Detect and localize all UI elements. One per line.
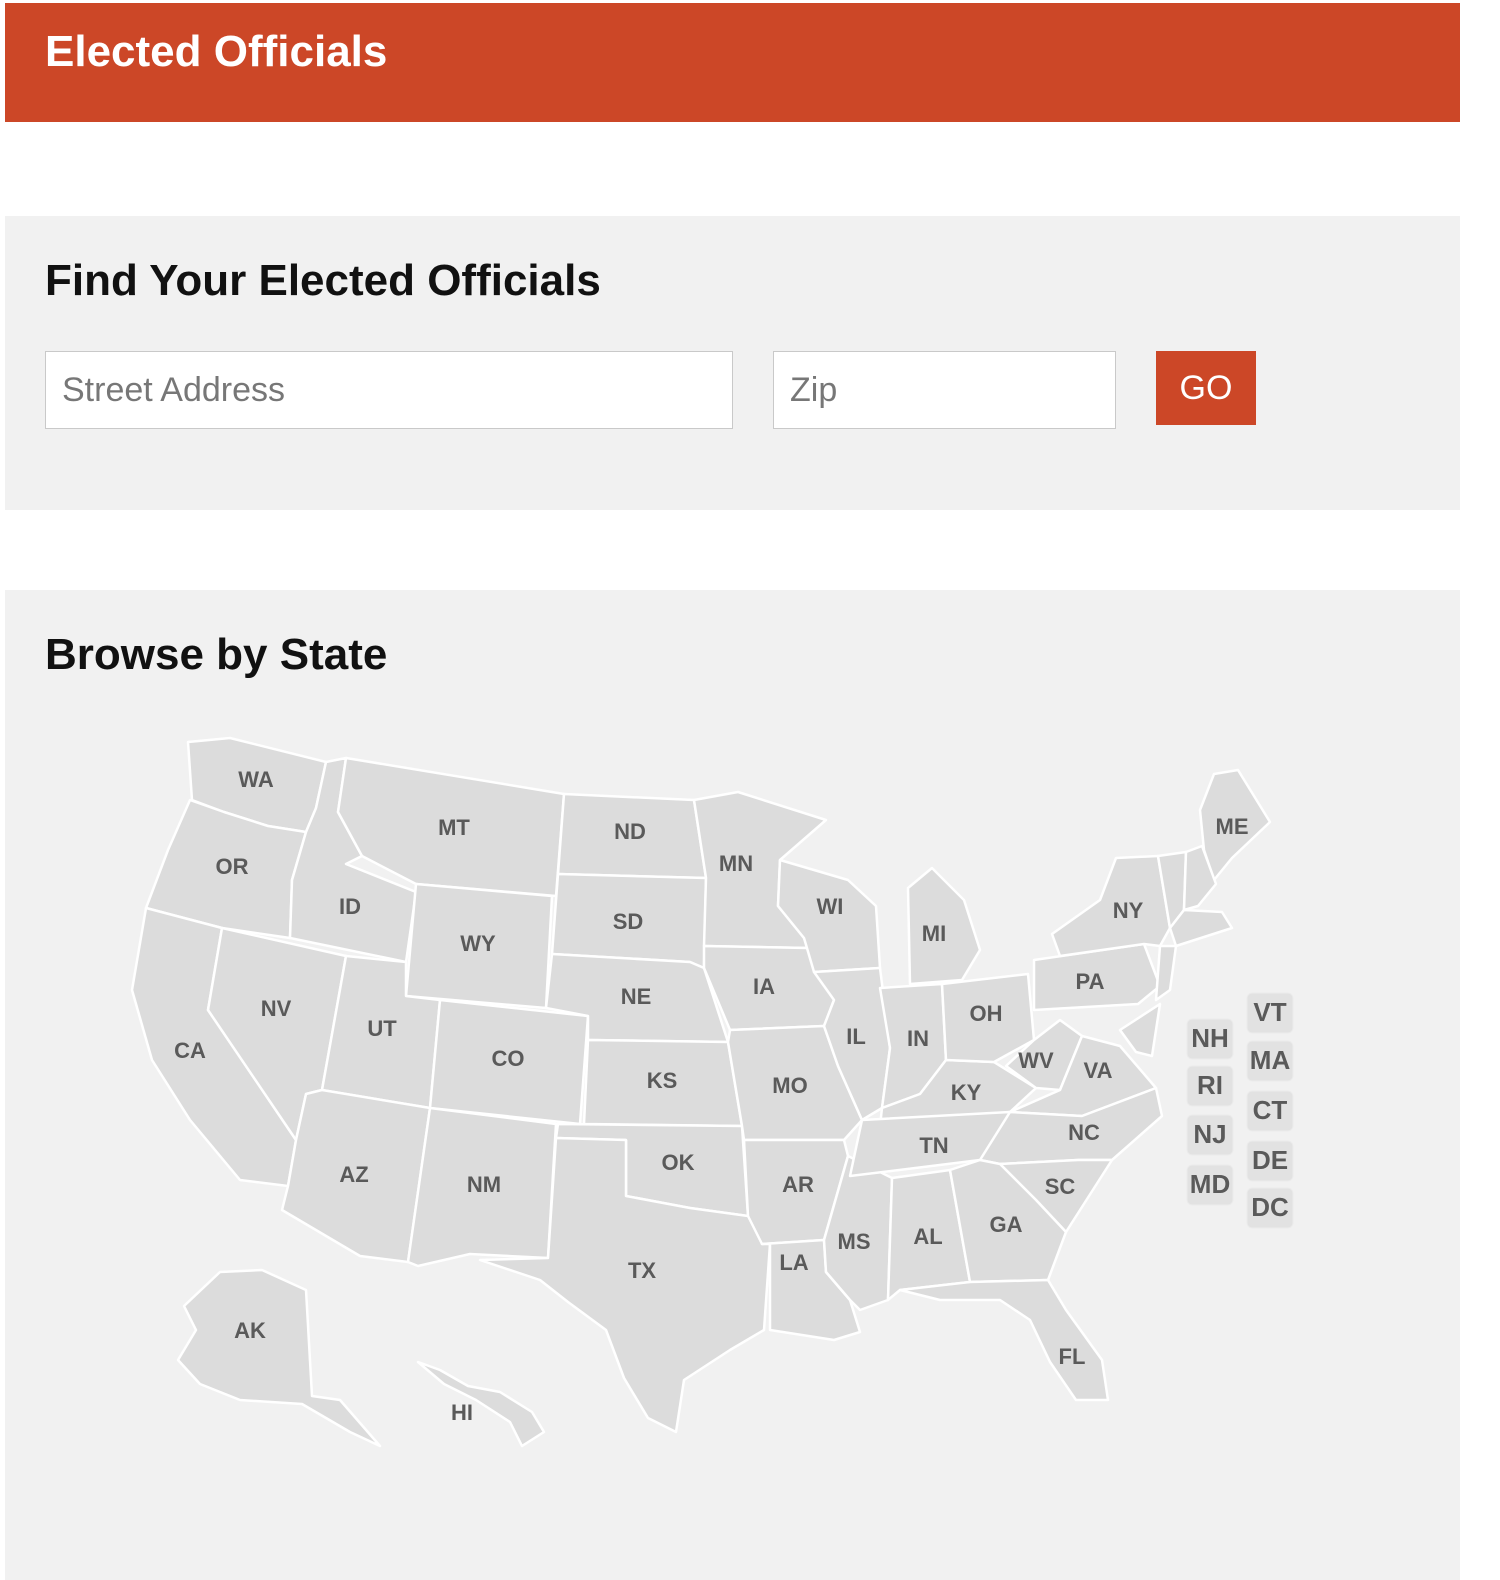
small-state-button-md[interactable]: MD (1186, 1164, 1234, 1206)
small-state-button-de[interactable]: DE (1246, 1140, 1294, 1182)
state-sd[interactable] (550, 872, 708, 970)
small-state-button-nh[interactable]: NH (1186, 1018, 1234, 1060)
small-state-button-vt[interactable]: VT (1246, 992, 1294, 1034)
state-nm[interactable] (406, 1106, 558, 1268)
state-fl[interactable] (898, 1278, 1110, 1402)
northeast-state-shape[interactable] (1154, 944, 1178, 1002)
state-mi[interactable] (906, 866, 982, 986)
state-ak[interactable] (176, 1268, 382, 1448)
small-state-box[interactable] (1186, 1114, 1234, 1156)
page-title: Elected Officials (45, 27, 388, 76)
go-button[interactable]: GO (1156, 351, 1256, 425)
northeast-state-shape[interactable] (1118, 1002, 1162, 1058)
street-address-input[interactable] (45, 351, 733, 429)
state-co[interactable] (428, 998, 590, 1126)
state-nd[interactable] (556, 792, 708, 880)
state-me[interactable] (1198, 768, 1272, 882)
header-bar: Elected Officials (5, 3, 1460, 122)
find-officials-panel: Find Your Elected Officials GO (5, 216, 1460, 510)
state-ks[interactable] (582, 1038, 744, 1128)
state-hi[interactable] (416, 1360, 546, 1448)
small-state-button-dc[interactable]: DC (1246, 1187, 1294, 1229)
state-label-hi: HI (451, 1400, 473, 1425)
find-officials-title: Find Your Elected Officials (45, 256, 601, 305)
small-state-box[interactable] (1186, 1018, 1234, 1060)
small-state-button-ct[interactable]: CT (1246, 1090, 1294, 1132)
state-az[interactable] (280, 1088, 432, 1264)
small-state-box[interactable] (1186, 1065, 1234, 1107)
state-ny[interactable] (1050, 854, 1172, 958)
state-oh[interactable] (940, 972, 1036, 1064)
small-state-box[interactable] (1246, 1187, 1294, 1229)
small-state-button-ma[interactable]: MA (1246, 1040, 1294, 1082)
northeast-state-shape[interactable] (1168, 908, 1234, 948)
us-state-map: WAORCAIDNVMTWYUTAZCONMNDSDNEKSOKTXMNIAMO… (130, 736, 1294, 1448)
small-state-box[interactable] (1246, 1140, 1294, 1182)
small-state-button-nj[interactable]: NJ (1186, 1114, 1234, 1156)
small-state-box[interactable] (1246, 1040, 1294, 1082)
zip-input[interactable] (773, 351, 1116, 429)
small-state-box[interactable] (1186, 1164, 1234, 1206)
small-state-box[interactable] (1246, 992, 1294, 1034)
state-wy[interactable] (404, 882, 554, 1010)
browse-by-state-panel: Browse by State WA OR CA ID NV MT WY UT AZ CO NM ND… (5, 590, 1460, 1580)
small-state-button-ri[interactable]: RI (1186, 1065, 1234, 1107)
small-state-box[interactable] (1246, 1090, 1294, 1132)
state-pa[interactable] (1032, 942, 1162, 1012)
